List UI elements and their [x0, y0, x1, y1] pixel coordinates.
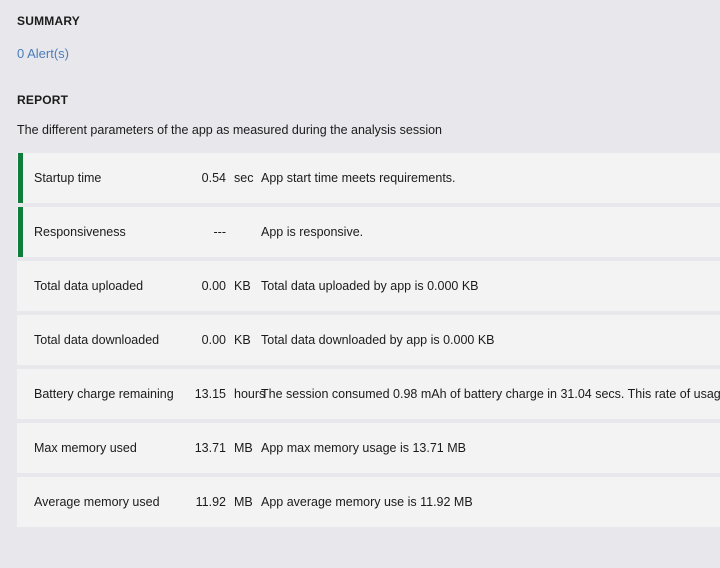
table-row[interactable]: Battery charge remaining13.15hoursThe se…	[17, 369, 720, 419]
status-indicator-bar	[18, 207, 23, 257]
metric-value: 11.92	[135, 477, 226, 527]
metric-unit: MB	[234, 477, 253, 527]
metric-unit: sec	[234, 153, 253, 203]
alerts-link[interactable]: 0 Alert(s)	[17, 46, 69, 61]
metric-description: App max memory usage is 13.71 MB	[261, 423, 720, 473]
metric-label: Startup time	[34, 153, 101, 203]
status-indicator-bar	[18, 153, 23, 203]
metric-value: 13.71	[135, 423, 226, 473]
table-row[interactable]: Total data uploaded0.00KBTotal data uplo…	[17, 261, 720, 311]
metric-unit: KB	[234, 261, 251, 311]
table-row[interactable]: Responsiveness--- App is responsive.	[17, 207, 720, 257]
table-row[interactable]: Max memory used13.71MBApp max memory usa…	[17, 423, 720, 473]
metric-label: Max memory used	[34, 423, 137, 473]
metric-value: ---	[135, 207, 226, 257]
metric-description: Total data uploaded by app is 0.000 KB	[261, 261, 720, 311]
metric-value: 0.00	[135, 261, 226, 311]
table-row[interactable]: Startup time 0.54 sec App start time meets …	[17, 153, 720, 203]
report-subtitle: The different parameters of the app as m…	[17, 123, 442, 137]
metric-description: App start time meets requirements.	[261, 153, 720, 203]
metric-unit: MB	[234, 423, 253, 473]
metric-value: 13.15	[135, 369, 226, 419]
summary-heading: SUMMARY	[17, 14, 80, 28]
metric-label: Total data uploaded	[34, 261, 143, 311]
report-heading: REPORT	[17, 93, 68, 107]
metric-value: 0.54	[135, 153, 226, 203]
metric-description: App is responsive.	[261, 207, 720, 257]
metric-description: The session consumed 0.98 mAh of battery…	[261, 369, 720, 419]
metric-description: Total data downloaded by app is 0.000 KB	[261, 315, 720, 365]
report-table: Startup time 0.54 sec App start time meets …	[17, 153, 720, 531]
metric-label: Responsiveness	[34, 207, 126, 257]
metric-value: 0.00	[135, 315, 226, 365]
metric-description: App average memory use is 11.92 MB	[261, 477, 720, 527]
table-row[interactable]: Average memory used11.92MBApp average me…	[17, 477, 720, 527]
metric-unit: KB	[234, 315, 251, 365]
table-row[interactable]: Total data downloaded0.00KBTotal data do…	[17, 315, 720, 365]
